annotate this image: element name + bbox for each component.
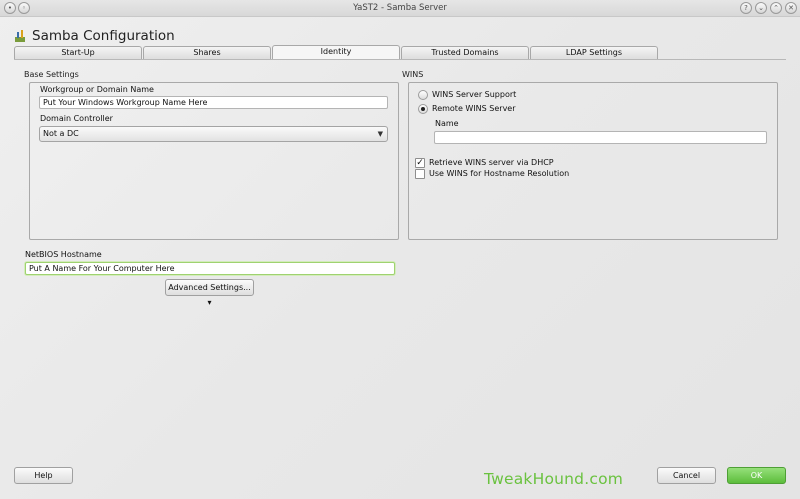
workgroup-label: Workgroup or Domain Name: [40, 85, 154, 94]
ok-button[interactable]: OK: [727, 467, 786, 484]
window-title: YaST2 - Samba Server: [353, 3, 447, 13]
domain-controller-label: Domain Controller: [40, 114, 113, 123]
window-titlebar: • ◦ YaST2 - Samba Server ? ⌄ ⌃ ✕: [0, 0, 800, 17]
tab-ldap-settings[interactable]: LDAP Settings: [530, 46, 658, 60]
window-minimize-icon[interactable]: ⌄: [755, 2, 767, 14]
tab-start-up[interactable]: Start-Up: [14, 46, 142, 60]
chevron-down-icon: ▾: [207, 298, 212, 307]
tab-shares[interactable]: Shares: [143, 46, 271, 60]
window-close-icon[interactable]: ✕: [785, 2, 797, 14]
radio-selected-dot: [421, 107, 425, 111]
workgroup-input[interactable]: Put Your Windows Workgroup Name Here: [39, 96, 388, 109]
wins-name-label: Name: [435, 119, 459, 128]
retrieve-wins-dhcp-checkbox[interactable]: ✓: [415, 158, 425, 168]
remote-wins-server-radio[interactable]: [418, 104, 428, 114]
netbios-hostname-input[interactable]: Put A Name For Your Computer Here: [25, 262, 395, 275]
tab-identity[interactable]: Identity: [272, 45, 400, 60]
window-maximize-icon[interactable]: ⌃: [770, 2, 782, 14]
wins-label: WINS: [402, 70, 424, 79]
watermark: TweakHound.com: [484, 470, 624, 488]
page-title: Samba Configuration: [32, 28, 175, 44]
advanced-settings-button[interactable]: Advanced Settings... ▾: [165, 279, 254, 307]
wins-name-input[interactable]: [434, 131, 767, 144]
domain-controller-select[interactable]: Not a DC ▼: [39, 126, 388, 142]
remote-wins-server-label: Remote WINS Server: [432, 104, 516, 113]
tab-content-border: [14, 59, 786, 60]
tab-trusted-domains[interactable]: Trusted Domains: [401, 46, 529, 60]
domain-controller-value: Not a DC: [43, 129, 79, 138]
chevron-down-icon: ▼: [377, 130, 383, 138]
advanced-settings-label: Advanced Settings...: [168, 283, 251, 292]
use-wins-hostname-label: Use WINS for Hostname Resolution: [429, 169, 570, 178]
retrieve-wins-dhcp-label: Retrieve WINS server via DHCP: [429, 158, 554, 167]
window-help-icon[interactable]: ?: [740, 2, 752, 14]
cancel-button[interactable]: Cancel: [657, 467, 716, 484]
base-settings-label: Base Settings: [24, 70, 79, 79]
wins-server-support-label: WINS Server Support: [432, 90, 517, 99]
wins-server-support-radio[interactable]: [418, 90, 428, 100]
use-wins-hostname-checkbox[interactable]: [415, 169, 425, 179]
samba-app-icon: [15, 30, 25, 42]
help-button[interactable]: Help: [14, 467, 73, 484]
netbios-hostname-label: NetBIOS Hostname: [25, 250, 102, 259]
